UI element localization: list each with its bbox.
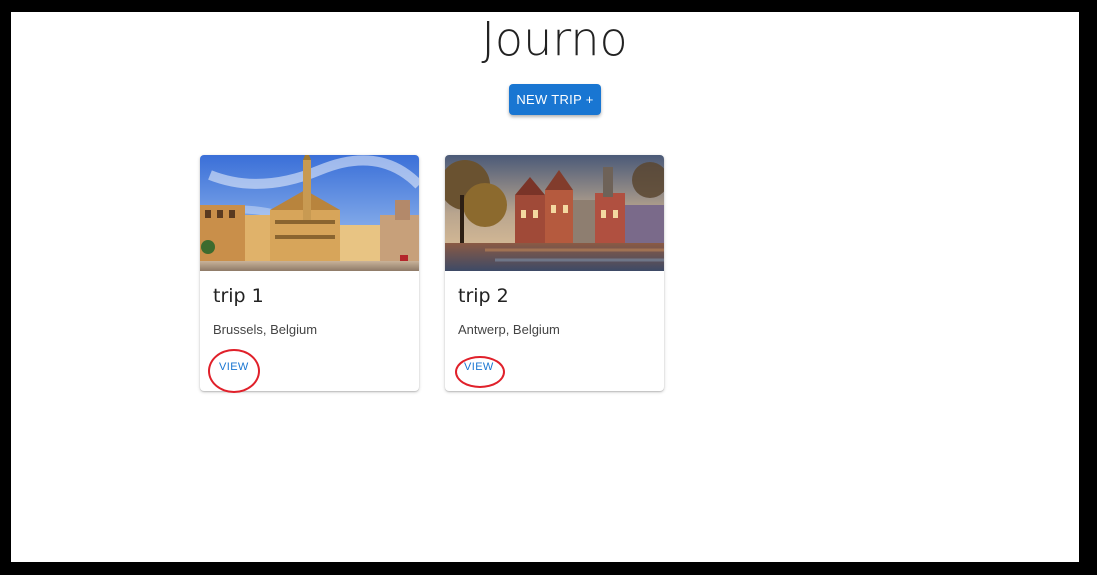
view-trip-button[interactable]: VIEW <box>456 359 502 375</box>
brussels-grand-place-photo <box>200 155 419 271</box>
trip-card: trip 2 Antwerp, Belgium VIEW <box>445 155 664 391</box>
new-trip-button[interactable]: NEW TRIP + <box>509 84 601 115</box>
app-window: Journo NEW TRIP + trip 1 Brussels, Belgi… <box>11 12 1079 562</box>
trip-location: Brussels, Belgium <box>213 322 318 337</box>
trip-card: trip 1 Brussels, Belgium VIEW <box>200 155 419 391</box>
canal-town-photo <box>445 155 664 271</box>
trip-title: trip 2 <box>458 285 509 307</box>
app-title: Journo <box>481 12 628 66</box>
trip-location: Antwerp, Belgium <box>458 322 560 337</box>
trip-title: trip 1 <box>213 285 264 307</box>
view-trip-button[interactable]: VIEW <box>211 359 257 375</box>
